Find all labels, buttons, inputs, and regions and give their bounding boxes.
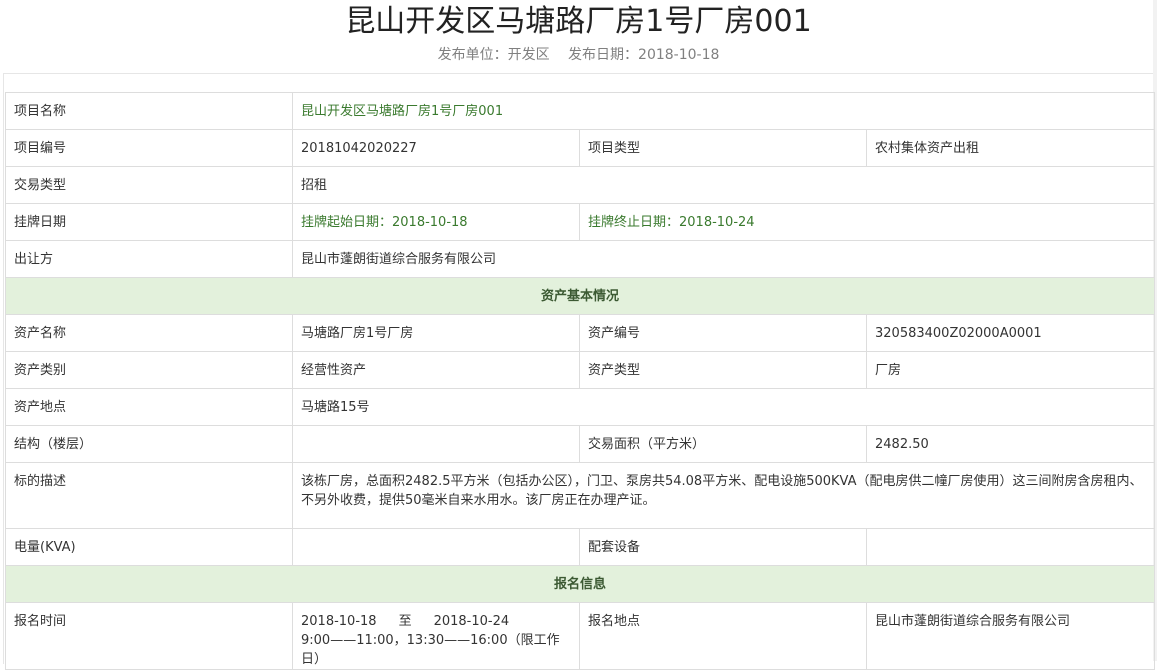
trade-type-value: 招租 [292,166,1155,204]
asset-type-value: 厂房 [866,351,1155,389]
section-title-registration: 报名信息 [5,565,1155,603]
project-name-value: 昆山开发区马塘路厂房1号厂房001 [292,92,1155,130]
table-row: 出让方 昆山市蓬朗街道综合服务有限公司 [5,240,1155,278]
asset-category-label: 资产类别 [5,351,293,389]
project-type-value: 农村集体资产出租 [866,129,1155,167]
publisher: 发布单位：开发区 [437,47,550,63]
registration-date-range: 2018-10-18 至 2018-10-24 [301,612,571,631]
table-row: 电量(KVA) 配套设备 [5,528,1155,566]
asset-location-label: 资产地点 [5,388,293,426]
registration-date-from: 2018-10-18 [301,614,377,629]
table-row: 资产类别 经营性资产 资产类型 厂房 [5,351,1155,389]
project-type-label: 项目类型 [579,129,867,167]
description-value: 该栋厂房，总面积2482.5平方米（包括办公区），门卫、泵房共54.08平方米、… [292,462,1155,529]
section-header-asset: 资产基本情况 [5,277,1155,315]
registration-date-to-word: 至 [398,614,412,629]
table-row: 标的描述 该栋厂房，总面积2482.5平方米（包括办公区），门卫、泵房共54.0… [5,462,1155,529]
asset-name-value: 马塘路厂房1号厂房 [292,314,580,352]
trade-area-label: 交易面积（平方米） [579,425,867,463]
table-row: 挂牌日期 挂牌起始日期：2018-10-18 挂牌终止日期：2018-10-24 [5,203,1155,241]
registration-time-value: 2018-10-18 至 2018-10-24 9:00——11:00，13:30—… [292,602,580,670]
trade-type-label: 交易类型 [5,166,293,204]
project-code-value: 20181042020227 [292,129,580,167]
registration-date-to: 2018-10-24 [433,614,510,629]
table-row: 项目名称 昆山开发区马塘路厂房1号厂房001 [5,92,1155,130]
power-label: 电量(KVA) [5,528,293,566]
table-row: 报名时间 2018-10-18 至 2018-10-24 9:00——11:00，1… [5,602,1155,670]
asset-name-label: 资产名称 [5,314,293,352]
trade-area-value: 2482.50 [866,425,1155,463]
publish-date: 发布日期：2018-10-18 [568,47,720,63]
page-title: 昆山开发区马塘路厂房1号厂房001 [345,4,812,39]
section-header-registration: 报名信息 [5,565,1155,603]
publish-meta: 发布单位：开发区 发布日期：2018-10-18 [0,45,1157,65]
structure-label: 结构（楼层） [5,425,293,463]
listing-start-date: 挂牌起始日期：2018-10-18 [292,203,580,241]
registration-place-value: 昆山市蓬朗街道综合服务有限公司 [866,602,1155,670]
equipment-value [866,528,1155,566]
listing-end-date: 挂牌终止日期：2018-10-24 [579,203,1155,241]
listing-date-label: 挂牌日期 [5,203,293,241]
asset-category-value: 经营性资产 [292,351,580,389]
registration-time-label: 报名时间 [5,602,293,670]
registration-place-label: 报名地点 [579,602,867,670]
equipment-label: 配套设备 [579,528,867,566]
table-row: 资产地点 马塘路15号 [5,388,1155,426]
transferor-label: 出让方 [5,240,293,278]
asset-type-label: 资产类型 [579,351,867,389]
asset-code-label: 资产编号 [579,314,867,352]
table-row: 资产名称 马塘路厂房1号厂房 资产编号 320583400Z02000A0001 [5,314,1155,352]
power-value [292,528,580,566]
project-code-label: 项目编号 [5,129,293,167]
table-row: 项目编号 20181042020227 项目类型 农村集体资产出租 [5,129,1155,167]
project-name-label: 项目名称 [5,92,293,130]
asset-code-value: 320583400Z02000A0001 [866,314,1155,352]
table-row: 结构（楼层） 交易面积（平方米） 2482.50 [5,425,1155,463]
table-row: 交易类型 招租 [5,166,1155,204]
section-title-asset: 资产基本情况 [5,277,1155,315]
transferor-value: 昆山市蓬朗街道综合服务有限公司 [292,240,1155,278]
structure-value [292,425,580,463]
project-info-table: 项目名称 昆山开发区马塘路厂房1号厂房001 项目编号 201810420202… [5,92,1155,670]
registration-hours: 9:00——11:00，13:30——16:00（限工作日） [301,633,560,667]
description-label: 标的描述 [5,462,293,529]
asset-location-value: 马塘路15号 [292,388,1155,426]
